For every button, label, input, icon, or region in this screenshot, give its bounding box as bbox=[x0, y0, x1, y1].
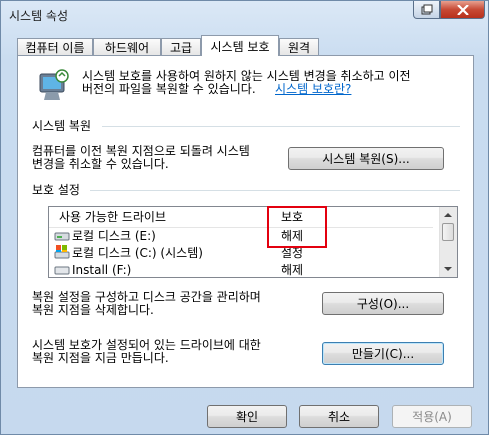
list-item[interactable]: Install (F:) 해제 bbox=[49, 261, 433, 277]
restore-desc-line-2: 변경을 취소할 수 있습니다. bbox=[32, 157, 169, 171]
configure-desc-line-1: 복원 설정을 구성하고 디스크 공간을 관리하며 bbox=[32, 290, 261, 304]
restore-desc-line-1: 컴퓨터를 이전 복원 지점으로 되돌려 시스템 bbox=[32, 144, 250, 158]
highlight-box bbox=[267, 206, 327, 248]
removable-drive-icon bbox=[54, 266, 70, 275]
list-item[interactable]: 로컬 디스크 (C:) (시스템) 설정 bbox=[49, 244, 433, 261]
system-restore-button[interactable]: 시스템 복원(S)... bbox=[288, 147, 444, 170]
cancel-button[interactable]: 취소 bbox=[299, 405, 379, 428]
divider bbox=[90, 190, 460, 191]
system-protection-icon bbox=[39, 69, 69, 100]
scroll-up-icon[interactable] bbox=[444, 212, 452, 218]
window-title: 시스템 속성 bbox=[9, 9, 69, 23]
drive-list-scrollbar[interactable] bbox=[439, 207, 457, 277]
tab-computer-name[interactable]: 컴퓨터 이름 bbox=[17, 38, 93, 55]
system-restore-heading: 시스템 복원 bbox=[32, 119, 92, 133]
tab-system-protection[interactable]: 시스템 보호 bbox=[201, 35, 279, 56]
intro-line-2: 버전의 파일을 복원할 수 있습니다. bbox=[82, 82, 256, 96]
ok-button[interactable]: 확인 bbox=[207, 405, 287, 428]
list-header: 사용 가능한 드라이브 보호 bbox=[49, 207, 433, 228]
close-button[interactable] bbox=[440, 1, 485, 19]
close-icon bbox=[456, 4, 469, 15]
configure-button[interactable]: 구성(O)... bbox=[322, 292, 444, 315]
system-drive-icon bbox=[54, 245, 70, 259]
tab-hardware[interactable]: 하드웨어 bbox=[93, 38, 161, 55]
list-item[interactable]: 로컬 디스크 (E:) 해제 bbox=[49, 227, 433, 244]
scroll-thumb[interactable] bbox=[442, 223, 454, 241]
protection-settings-heading: 보호 설정 bbox=[32, 183, 80, 197]
system-properties-window: 시스템 속성 컴퓨터 이름 하드웨어 고급 시스템 보호 원격 시스템 보호를 … bbox=[0, 0, 489, 435]
create-button[interactable]: 만들기(C)... bbox=[322, 342, 444, 365]
help-button[interactable] bbox=[413, 1, 440, 19]
create-desc-line-1: 시스템 보호가 설정되어 있는 드라이브에 대한 bbox=[32, 338, 261, 352]
system-protection-help-link[interactable]: 시스템 보호란? bbox=[275, 82, 351, 96]
configure-desc-line-2: 복원 지점을 삭제합니다. bbox=[32, 303, 154, 317]
drive-name: 로컬 디스크 (C:) (시스템) bbox=[72, 246, 203, 260]
hard-drive-icon bbox=[54, 232, 70, 241]
drive-name: Install (F:) bbox=[72, 263, 132, 277]
tab-remote[interactable]: 원격 bbox=[279, 38, 319, 55]
drive-list[interactable]: 사용 가능한 드라이브 보호 로컬 디스크 (E:) 해제 로컬 디스크 (C:… bbox=[48, 206, 458, 278]
protection-status: 설정 bbox=[281, 246, 304, 260]
tab-advanced[interactable]: 고급 bbox=[161, 38, 201, 55]
system-protection-panel: 시스템 보호를 사용하여 원하지 않는 시스템 변경을 취소하고 이전 버전의 … bbox=[17, 55, 474, 388]
column-header-drive[interactable]: 사용 가능한 드라이브 bbox=[59, 210, 166, 224]
create-desc-line-2: 복원 지점을 지금 만듭니다. bbox=[32, 351, 169, 365]
scroll-down-icon[interactable] bbox=[444, 266, 452, 272]
intro-line-1: 시스템 보호를 사용하여 원하지 않는 시스템 변경을 취소하고 이전 bbox=[82, 69, 411, 83]
protection-status: 해제 bbox=[281, 263, 304, 277]
apply-button[interactable]: 적용(A) bbox=[392, 405, 472, 428]
drive-name: 로컬 디스크 (E:) bbox=[72, 229, 156, 243]
help-icon bbox=[421, 4, 432, 14]
divider bbox=[102, 126, 460, 127]
